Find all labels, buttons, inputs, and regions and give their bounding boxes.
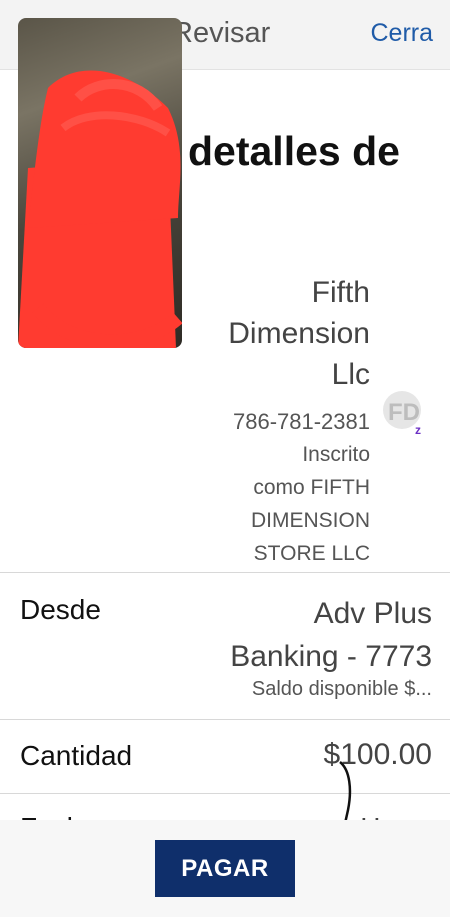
payee-info: Fifth Dimension Llc 786-781-2381 Inscrit… [170, 272, 370, 569]
payee-name-line: Fifth [311, 276, 370, 309]
from-account[interactable]: Adv Plus Banking - 7773 [172, 592, 432, 678]
footer-bar: PAGAR [0, 820, 450, 917]
payee-name-line: Llc [331, 358, 370, 391]
fd-logo-icon: FD z [383, 391, 421, 436]
payee-registered-line: como FIFTH [253, 476, 370, 499]
payee-registered-line: STORE LLC [253, 542, 370, 565]
payee-registered-line: DIMENSION [250, 509, 370, 532]
page-title: Revisar [172, 17, 271, 49]
contact-photo [18, 18, 182, 348]
amount-label: Cantidad [20, 740, 133, 771]
payee-name-line: Dimension [228, 317, 370, 350]
divider [0, 719, 450, 720]
redaction-scribble [18, 70, 182, 348]
close-button[interactable]: Cerra [370, 19, 433, 48]
svg-text:z: z [415, 423, 421, 436]
payee-phone: 786-781-2381 [232, 409, 370, 434]
from-account-line: Banking - 7773 [230, 640, 432, 673]
amount-value[interactable]: $100.00 [324, 738, 432, 772]
divider [0, 793, 450, 794]
available-balance: Saldo disponible $... [251, 678, 432, 700]
divider [0, 572, 450, 573]
payee-registered-line: Inscrito [302, 443, 370, 466]
details-heading: detalles de [188, 128, 400, 174]
pay-button[interactable]: PAGAR [155, 840, 295, 897]
svg-text:FD: FD [388, 399, 420, 426]
from-account-line: Adv Plus [313, 597, 432, 630]
from-label: Desde [20, 594, 101, 625]
